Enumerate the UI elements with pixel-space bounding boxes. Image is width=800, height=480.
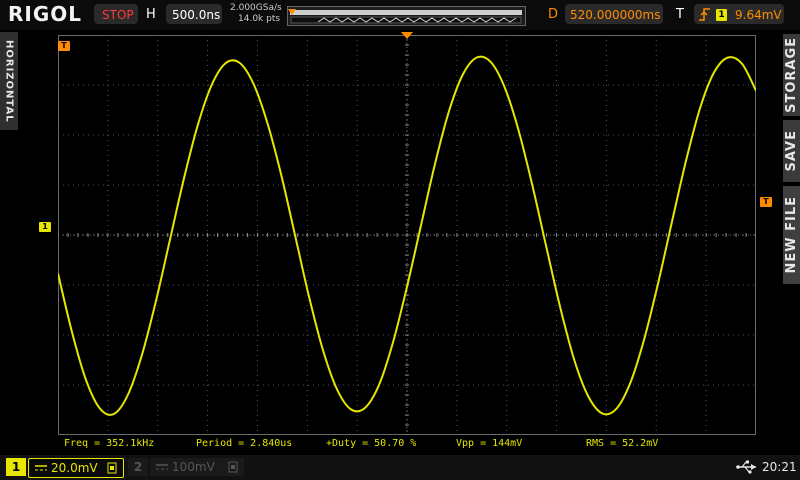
run-stop-status: STOP	[102, 8, 134, 22]
memory-overview-bar[interactable]	[287, 6, 526, 26]
ch2-scale-field[interactable]: 100mV	[150, 458, 244, 476]
save-tab[interactable]: SAVE	[783, 120, 800, 182]
storage-tab[interactable]: STORAGE	[783, 34, 800, 116]
waveform-display	[58, 35, 756, 435]
trigger-position-marker-top: T	[58, 41, 70, 51]
trigger-time-marker	[401, 32, 413, 39]
measure-period: Period = 2.840us	[196, 438, 293, 449]
new-file-tab[interactable]: NEW FILE	[783, 186, 800, 284]
bandwidth-limit-icon	[107, 462, 117, 474]
trigger-source-badge: 1	[716, 9, 727, 21]
storage-tab-label: STORAGE	[784, 37, 799, 113]
ch1-badge[interactable]: 1	[6, 458, 26, 476]
memory-overview-graphic	[288, 9, 522, 24]
usb-icon	[736, 460, 756, 474]
trigger-level: 9.64mV	[735, 8, 782, 22]
horizontal-menu-label: HORIZONTAL	[3, 39, 15, 123]
sample-rate: 2.000GSa/s	[230, 3, 282, 13]
bandwidth-limit-icon	[228, 461, 238, 473]
memory-depth: 14.0k pts	[238, 14, 281, 24]
horizontal-label: H	[146, 7, 156, 22]
brand-logo: RIGOL	[8, 2, 83, 26]
channel-status-bar: 1 20.0mV 2 100mV 20:21	[0, 455, 800, 480]
ch2-scale: 100mV	[172, 460, 215, 474]
dc-coupling-icon	[35, 465, 47, 471]
system-clock: 20:21	[762, 460, 797, 474]
measure-vpp: Vpp = 144mV	[456, 438, 523, 449]
trigger-level-marker: T	[760, 197, 772, 207]
new-file-tab-label: NEW FILE	[784, 196, 799, 274]
top-status-bar: RIGOL STOP H 500.0ns 2.000GSa/s 14.0k pt…	[0, 0, 800, 30]
ch2-badge[interactable]: 2	[128, 458, 148, 476]
ch1-scale-field[interactable]: 20.0mV	[28, 458, 124, 478]
delay-label: D	[548, 7, 559, 22]
time-base-value: 500.0ns	[172, 8, 221, 22]
dc-coupling-icon	[156, 464, 168, 470]
delay-value: 520.000000ms	[570, 8, 661, 22]
measure-duty: +Duty = 50.70 %	[326, 438, 417, 449]
measure-rms: RMS = 52.2mV	[586, 438, 659, 449]
measure-frequency: Freq = 352.1kHz	[64, 438, 155, 449]
ch1-scale: 20.0mV	[51, 461, 98, 475]
horizontal-menu-tab[interactable]: HORIZONTAL	[0, 32, 18, 130]
save-tab-label: SAVE	[784, 130, 799, 172]
rising-edge-icon	[699, 8, 710, 21]
trigger-label: T	[676, 7, 684, 22]
ch1-offset-marker[interactable]: 1	[39, 222, 51, 232]
